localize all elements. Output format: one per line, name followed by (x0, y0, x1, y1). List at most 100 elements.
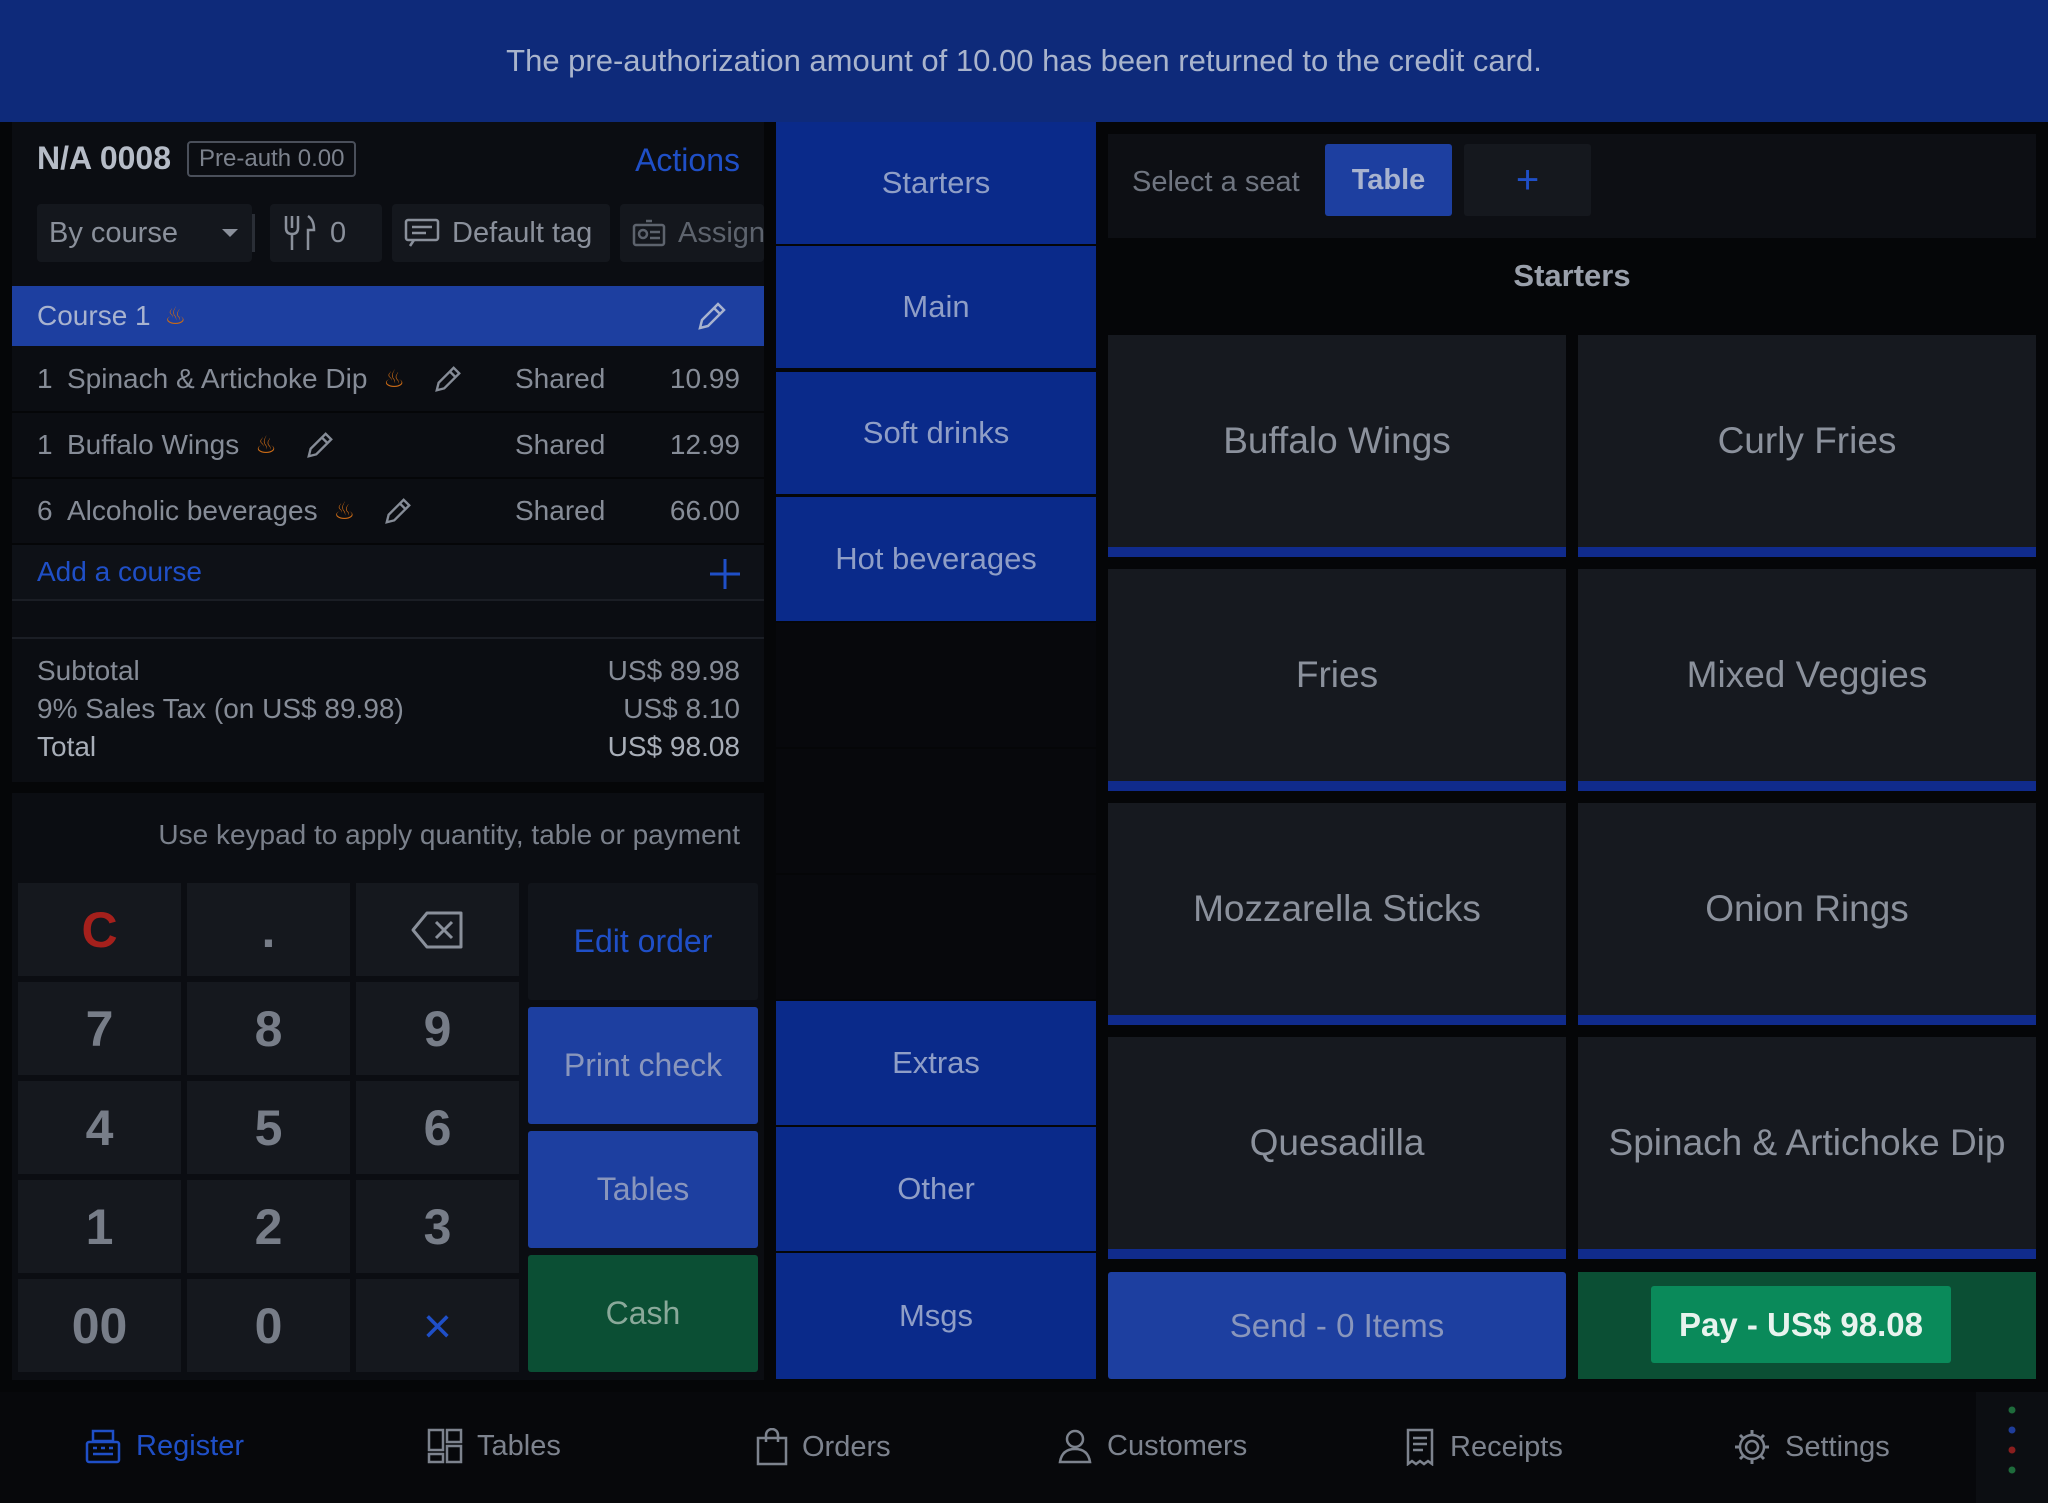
send-button[interactable]: Send - 0 Items (1108, 1272, 1566, 1379)
tables-button[interactable]: Tables (528, 1131, 758, 1248)
shopping-bag-icon (756, 1428, 788, 1466)
key-0[interactable]: 0 (187, 1279, 350, 1372)
menu-item-label: Onion Rings (1578, 803, 2036, 1015)
category-extras[interactable]: Extras (776, 1001, 1096, 1125)
add-seat-button[interactable]: + (1464, 144, 1591, 216)
multiply-key[interactable]: × (356, 1279, 519, 1372)
category-other[interactable]: Other (776, 1127, 1096, 1251)
nav-register-label: Register (136, 1429, 244, 1462)
add-course-row[interactable]: Add a course (12, 545, 764, 601)
menu-item-tile[interactable]: Curly Fries (1578, 335, 2036, 557)
pay-button[interactable]: Pay - US$ 98.08 (1651, 1286, 1951, 1363)
key-5[interactable]: 5 (187, 1081, 350, 1174)
menu-item-accent (1108, 1015, 1566, 1025)
status-dots-icon (2008, 1406, 2016, 1490)
default-tag-button[interactable]: Default tag (392, 204, 610, 262)
order-item-row[interactable]: 6 Alcoholic beverages ♨ Shared 66.00 (12, 479, 764, 545)
nav-customers[interactable]: Customers (1057, 1428, 1247, 1464)
menu-item-accent (1578, 1249, 2036, 1259)
key-1[interactable]: 1 (18, 1180, 181, 1273)
total-value: US$ 98.08 (607, 731, 740, 762)
tax-value: US$ 8.10 (623, 693, 740, 724)
nav-register[interactable]: Register (84, 1428, 244, 1464)
pencil-icon[interactable] (696, 300, 728, 332)
preauth-badge: Pre-auth 0.00 (187, 140, 357, 177)
table-seat-button[interactable]: Table (1325, 144, 1452, 216)
menu-item-tile[interactable]: Quesadilla (1108, 1037, 1566, 1259)
menu-item-tile[interactable]: Mixed Veggies (1578, 569, 2036, 791)
total-label: Total (37, 731, 97, 762)
key-00[interactable]: 00 (18, 1279, 181, 1372)
key-8[interactable]: 8 (187, 982, 350, 1075)
nav-tables-label: Tables (477, 1429, 561, 1462)
subtotal-value: US$ 89.98 (607, 655, 740, 686)
menu-item-tile[interactable]: Buffalo Wings (1108, 335, 1566, 557)
cash-button[interactable]: Cash (528, 1255, 758, 1372)
backspace-key[interactable] (356, 883, 519, 976)
menu-item-accent (1578, 547, 2036, 557)
guests-count: 0 (330, 216, 347, 249)
guests-button[interactable]: 0 (270, 204, 382, 262)
menu-item-tile[interactable]: Onion Rings (1578, 803, 2036, 1025)
key-6[interactable]: 6 (356, 1081, 519, 1174)
key-3[interactable]: 3 (356, 1180, 519, 1273)
order-item-row[interactable]: 1 Buffalo Wings ♨ Shared 12.99 (12, 413, 764, 479)
key-2[interactable]: 2 (187, 1180, 350, 1273)
plus-icon[interactable] (708, 557, 742, 591)
order-item-row[interactable]: 1 Spinach & Artichoke Dip ♨ Shared 10.99 (12, 347, 764, 413)
menu-item-label: Curly Fries (1578, 335, 2036, 547)
key-9[interactable]: 9 (356, 982, 519, 1075)
category-soft-drinks[interactable]: Soft drinks (776, 372, 1096, 494)
more-menu[interactable] (1976, 1392, 2048, 1503)
nav-orders[interactable]: Orders (756, 1428, 891, 1466)
nav-tables[interactable]: Tables (427, 1428, 561, 1464)
item-name: Alcoholic beverages (67, 495, 318, 526)
item-price: 66.00 (669, 495, 740, 526)
fire-icon: ♨ (383, 365, 405, 393)
tag-icon (404, 218, 440, 248)
course-row[interactable]: Course 1 ♨ (12, 286, 764, 346)
group-by-dropdown[interactable]: By course (37, 204, 252, 262)
keypad-hint: Use keypad to apply quantity, table or p… (158, 819, 740, 850)
pencil-icon[interactable] (433, 364, 463, 394)
assign-button[interactable]: Assign (620, 204, 765, 262)
item-name: Buffalo Wings (67, 429, 240, 460)
actions-button[interactable]: Actions (635, 142, 740, 179)
menu-item-tile[interactable]: Mozzarella Sticks (1108, 803, 1566, 1025)
print-check-button[interactable]: Print check (528, 1007, 758, 1124)
category-empty-slot (776, 875, 1096, 999)
default-tag-label: Default tag (452, 216, 593, 249)
key-7[interactable]: 7 (18, 982, 181, 1075)
subtotal-label: Subtotal (37, 655, 140, 686)
menu-item-tile[interactable]: Fries (1108, 569, 1566, 791)
category-msgs[interactable]: Msgs (776, 1253, 1096, 1379)
category-main[interactable]: Main (776, 246, 1096, 368)
menu-item-accent (1108, 547, 1566, 557)
menu-item-label: Mozzarella Sticks (1108, 803, 1566, 1015)
nav-settings[interactable]: Settings (1733, 1428, 1890, 1466)
menu-item-accent (1108, 1249, 1566, 1259)
edit-order-button[interactable]: Edit order (528, 883, 758, 1000)
menu-item-tile[interactable]: Spinach & Artichoke Dip (1578, 1037, 2036, 1259)
menu-item-accent (1578, 1015, 2036, 1025)
receipt-icon (1404, 1428, 1436, 1466)
chevron-down-icon (220, 227, 240, 239)
utensils-icon (282, 214, 316, 252)
menu-item-accent (1108, 781, 1566, 791)
decimal-key[interactable]: . (187, 883, 350, 976)
order-panel: N/A 0008 Pre-auth 0.00 Actions By course… (12, 122, 765, 782)
seat-bar: Select a seat Table + (1108, 134, 2036, 238)
nav-customers-label: Customers (1107, 1429, 1248, 1462)
key-4[interactable]: 4 (18, 1081, 181, 1174)
category-empty-slot (776, 623, 1096, 747)
banner-message: The pre-authorization amount of 10.00 ha… (506, 43, 1542, 78)
category-hot-beverages[interactable]: Hot beverages (776, 497, 1096, 621)
pencil-icon[interactable] (305, 430, 335, 460)
category-starters[interactable]: Starters (776, 122, 1096, 244)
group-by-label: By course (49, 216, 178, 249)
tax-label: 9% Sales Tax (on US$ 89.98) (37, 693, 404, 724)
nav-receipts[interactable]: Receipts (1404, 1428, 1563, 1466)
item-qty: 1 (37, 363, 53, 394)
clear-key[interactable]: C (18, 883, 181, 976)
pencil-icon[interactable] (383, 496, 413, 526)
